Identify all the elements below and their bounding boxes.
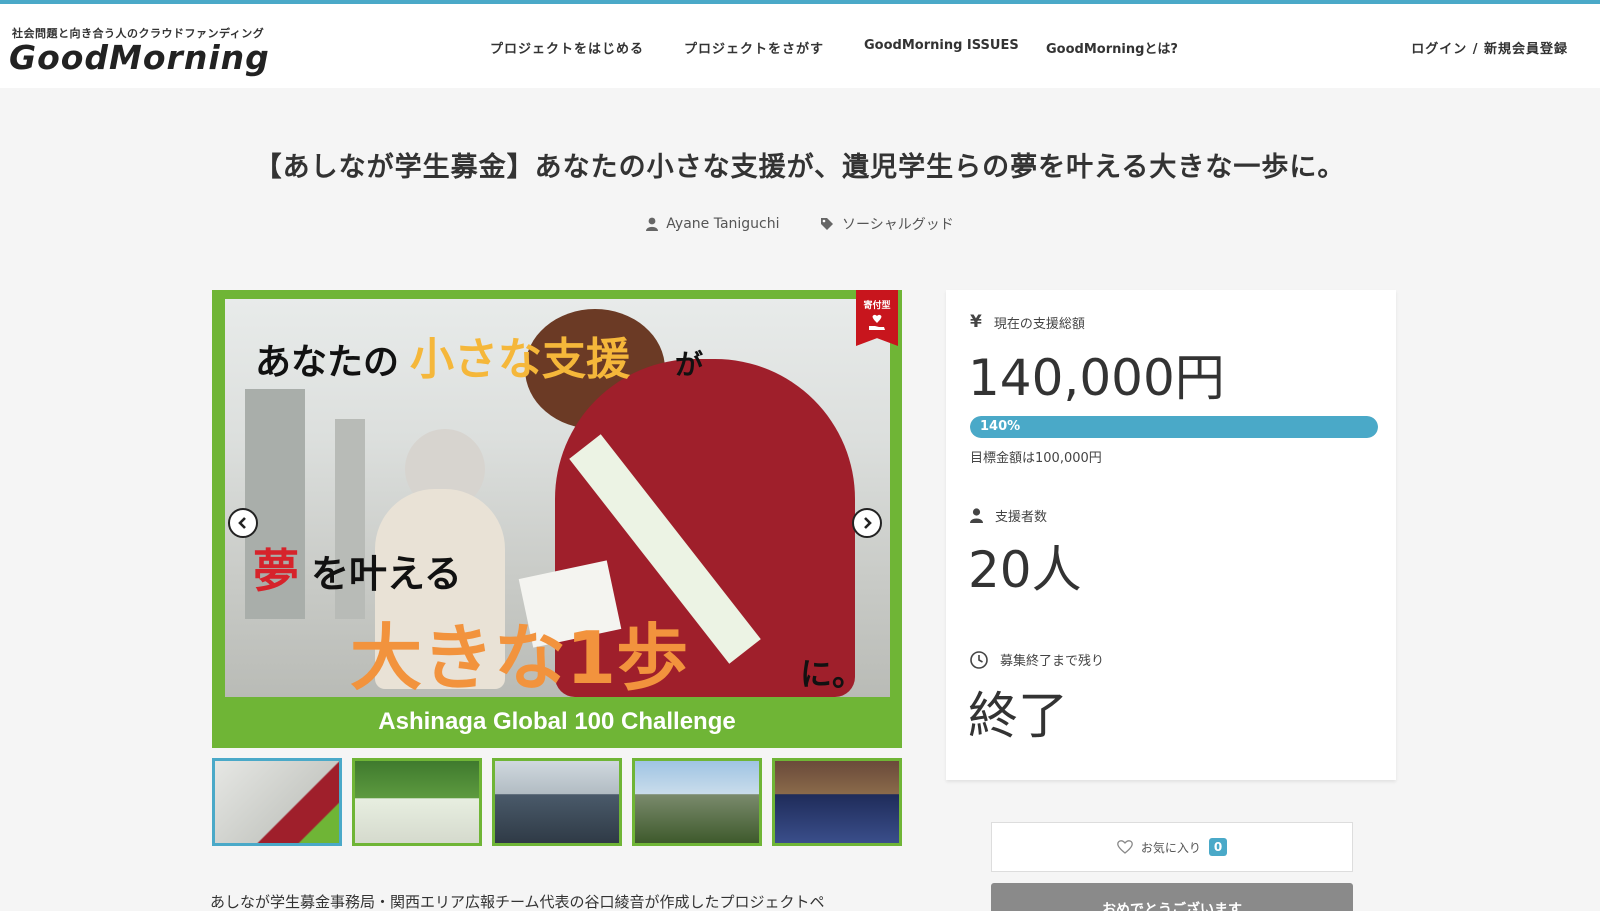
congratulations-button[interactable]: おめでとうございます [991,883,1353,911]
favorite-count-badge: 0 [1208,838,1228,856]
overlay-text-big-step: 大きな1歩 [350,616,689,697]
donation-type-badge: 寄付型 [856,290,898,346]
category-info[interactable]: ソーシャルグッド [820,214,954,234]
user-icon [970,508,983,523]
nav-issues[interactable]: GoodMorning ISSUES [864,38,1019,53]
supporters-value: 20人 [968,541,1082,599]
overlay-text-yume: 夢 [253,544,299,598]
nav-about[interactable]: GoodMorningとは? [1046,38,1178,57]
favorite-button[interactable]: お気に入り 0 [991,822,1353,872]
project-photo: あなたの 小さな支援 が 夢 を叶える 大きな1歩 に。 [225,299,890,697]
carousel-prev-button[interactable] [228,508,258,538]
progress-percent: 140% [980,419,1021,434]
carousel-next-button[interactable] [852,508,882,538]
thumbnail-2-image [355,761,479,843]
thumbnail-4-image [635,761,759,843]
amount-label-row: ¥ 現在の支援総額 [970,312,1085,332]
remaining-value: 終了 [968,687,1068,745]
author-info[interactable]: Ayane Taniguchi [646,216,780,232]
login-register-link[interactable]: ログイン / 新規会員登録 [1411,38,1568,57]
supporters-label-row: 支援者数 [970,506,1047,525]
thumbnail-2[interactable] [352,758,482,846]
category-name: ソーシャルグッド [841,217,954,233]
goal-amount: 目標金額は100,000円 [970,451,1102,466]
overlay-text-kanaeru: を叶える [311,552,462,596]
thumbnail-3[interactable] [492,758,622,846]
thumbnail-3-image [495,761,619,843]
image-caption: Ashinaga Global 100 Challenge [378,708,736,735]
yen-icon: ¥ [970,312,982,332]
amount-label: 現在の支援総額 [993,316,1085,332]
progress-fill [970,416,1378,438]
remaining-label-row: 募集終了まで残り [970,650,1104,669]
nav-start-project[interactable]: プロジェクトをはじめる [490,38,644,57]
thumbnail-1[interactable] [212,758,342,846]
funding-stats-panel: ¥ 現在の支援総額 140,000円 140% 目標金額は100,000円 支援… [946,290,1396,780]
project-meta: Ayane Taniguchi ソーシャルグッド [0,214,1600,235]
nav-find-project[interactable]: プロジェクトをさがす [684,38,824,57]
site-header: 社会問題と向き合う人のクラウドファンディング GoodMorning プロジェク… [0,4,1600,88]
funding-progress-bar: 140% [970,416,1378,438]
chevron-left-icon [238,517,246,529]
thumbnail-5-image [775,761,899,843]
amount-value: 140,000円 [968,349,1225,407]
supporters-label: 支援者数 [995,510,1048,525]
project-title: 【あしなが学生募金】あなたの小さな支援が、遺児学生らの夢を叶える大きな一歩に。 [254,152,1346,183]
tag-icon [820,218,833,230]
thumbnail-5[interactable] [772,758,902,846]
overlay-text-ni: に。 [800,655,865,693]
project-description: あしなが学生募金事務局・関西エリア広報チーム代表の谷口綾音が作成したプロジェクト… [210,893,825,911]
thumbnail-1-image [215,761,339,843]
site-logo[interactable]: GoodMorning [9,38,270,77]
thumbnail-4[interactable] [632,758,762,846]
user-icon [646,217,659,231]
clock-icon [970,650,988,669]
overlay-text-ga: が [675,348,704,381]
favorite-label: お気に入り [1140,840,1201,855]
main-image-carousel: あなたの 小さな支援 が 夢 を叶える 大きな1歩 に。 Ashinaga Gl… [212,290,902,748]
overlay-text-small-support: 小さな支援 [410,334,630,385]
heart-icon [1116,840,1133,854]
chevron-right-icon [864,517,872,529]
thumbnail-strip [212,758,902,846]
hand-heart-icon [869,314,885,330]
donation-type-label: 寄付型 [863,301,891,311]
overlay-text-anata: あなたの [255,342,400,383]
author-name: Ayane Taniguchi [666,216,780,232]
remaining-label: 募集終了まで残り [1000,654,1105,669]
